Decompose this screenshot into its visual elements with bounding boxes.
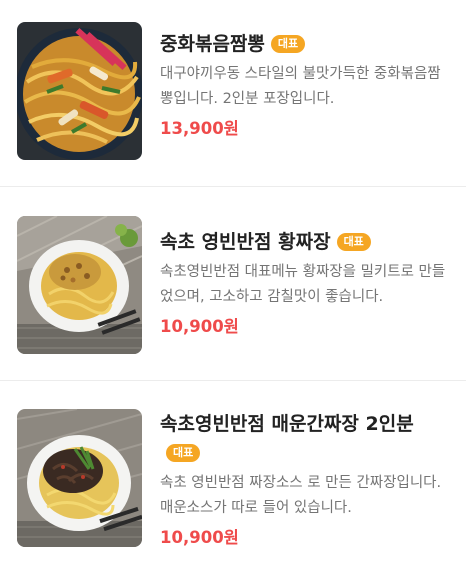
yellow-jjajang-icon	[17, 216, 142, 354]
stir-fried-noodle-icon	[17, 22, 142, 160]
item-info: 속초영빈반점 매운간짜장 2인분대표 속초 영빈반점 짜장소스 로 만든 간짜장…	[160, 410, 450, 549]
item-description: 속초 영빈반점 짜장소스 로 만든 간짜장입니다. 매운소스가 따로 들어 있습…	[160, 475, 442, 516]
menu-item[interactable]: 중화볶음짬뽕 대표 대구야끼우동 스타일의 불맛가득한 중화볶음짬뽕입니다. 2인…	[0, 0, 466, 187]
item-title: 중화볶음짬뽕 대표	[160, 30, 450, 59]
item-description: 대구야끼우동 스타일의 불맛가득한 중화볶음짬뽕입니다. 2인분 포장입니다.	[160, 66, 441, 107]
representative-badge: 대표	[166, 444, 201, 462]
item-title: 속초영빈반점 매운간짜장 2인분대표	[160, 410, 450, 468]
menu-item[interactable]: 속초영빈반점 매운간짜장 2인분대표 속초 영빈반점 짜장소스 로 만든 간짜장…	[0, 382, 466, 563]
item-price: 10,900원	[160, 528, 239, 547]
item-price: 10,900원	[160, 317, 239, 336]
item-name: 속초영빈반점 매운간짜장 2인분	[160, 413, 414, 435]
item-name: 중화볶음짬뽕	[160, 33, 265, 55]
yellow-jjajang-image[interactable]	[17, 216, 142, 354]
item-title: 속초 영빈반점 황짜장 대표	[160, 228, 450, 257]
representative-badge: 대표	[336, 233, 371, 251]
item-name: 속초 영빈반점 황짜장	[160, 231, 331, 253]
menu-list: 중화볶음짬뽕 대표 대구야끼우동 스타일의 불맛가득한 중화볶음짬뽕입니다. 2인…	[0, 0, 466, 563]
item-info: 속초 영빈반점 황짜장 대표 속초영빈반점 대표메뉴 황짜장을 밀키트로 만들었으…	[160, 228, 450, 338]
menu-item[interactable]: 속초 영빈반점 황짜장 대표 속초영빈반점 대표메뉴 황짜장을 밀키트로 만들었으…	[0, 188, 466, 381]
item-info: 중화볶음짬뽕 대표 대구야끼우동 스타일의 불맛가득한 중화볶음짬뽕입니다. 2인…	[160, 30, 450, 140]
spicy-ganjjajang-icon	[17, 409, 142, 547]
representative-badge: 대표	[270, 35, 306, 53]
spicy-ganjjajang-image[interactable]	[17, 409, 142, 547]
item-price: 13,900원	[160, 119, 239, 138]
item-description: 속초영빈반점 대표메뉴 황짜장을 밀키트로 만들었으며, 고소하고 감칠맛이 좋…	[160, 264, 446, 305]
stir-fried-noodle-image[interactable]	[17, 22, 142, 160]
